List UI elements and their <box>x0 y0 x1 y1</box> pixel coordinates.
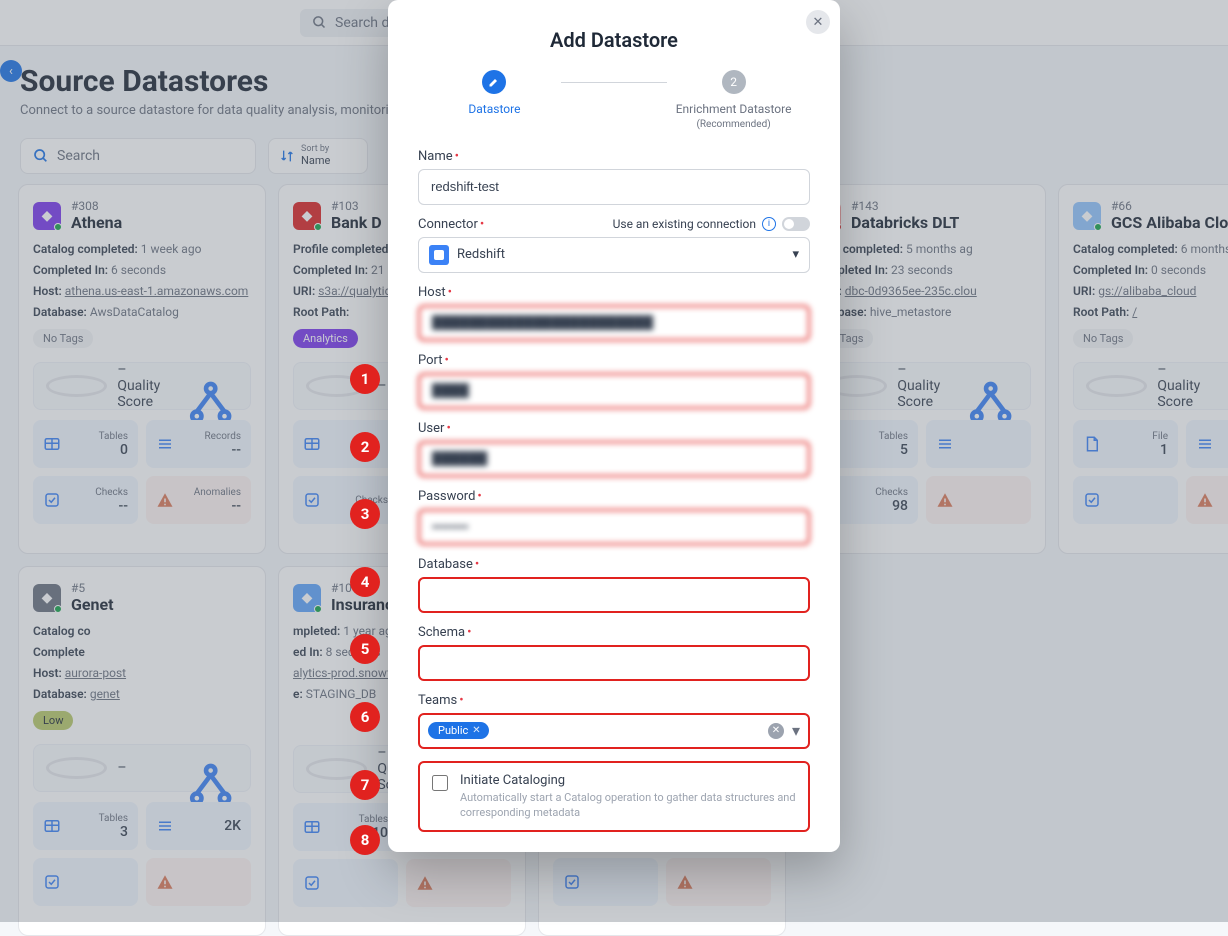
chevron-down-icon: ▾ <box>792 721 800 740</box>
step-datastore[interactable]: Datastore <box>428 70 561 118</box>
label-host: Host• <box>418 285 810 300</box>
search-icon <box>33 148 49 164</box>
pencil-icon <box>482 70 506 94</box>
badge-7: 7 <box>350 770 380 800</box>
step-enrichment[interactable]: 2 Enrichment Datastore(Recommended) <box>667 70 800 131</box>
sort-dropdown[interactable]: Sort by Name <box>268 138 368 174</box>
badge-6: 6 <box>350 702 380 732</box>
label-port: Port• <box>418 353 810 368</box>
modal-title: Add Datastore <box>388 0 840 70</box>
toggle-switch[interactable] <box>782 217 810 231</box>
initiate-cataloging-checkbox[interactable] <box>432 775 448 791</box>
badge-1: 1 <box>350 364 380 394</box>
database-input[interactable] <box>418 577 810 613</box>
datastore-card[interactable]: ◆ #308 Athena Catalog completed: 1 week … <box>18 184 266 554</box>
user-input[interactable] <box>418 441 810 477</box>
form: Name• Connector• Use an existing connect… <box>388 149 840 833</box>
name-input[interactable] <box>418 169 810 205</box>
badge-5: 5 <box>350 634 380 664</box>
port-input[interactable] <box>418 373 810 409</box>
use-existing-toggle[interactable]: Use an existing connection i <box>613 217 810 231</box>
badge-3: 3 <box>350 499 380 529</box>
badge-4: 4 <box>350 567 380 597</box>
search-icon <box>312 15 327 30</box>
initiate-cataloging-option[interactable]: Initiate Cataloging Automatically start … <box>418 761 810 833</box>
team-chip[interactable]: Public✕ <box>428 722 489 739</box>
connector-select[interactable]: Redshift ▾ <box>418 237 810 273</box>
close-button[interactable]: ✕ <box>806 10 830 34</box>
datastore-card[interactable]: ◆ #5 Genet Catalog co Complete Host: aur… <box>18 566 266 936</box>
label-database: Database• <box>418 557 810 572</box>
teams-select[interactable]: Public✕ ✕ ▾ <box>418 713 810 749</box>
step-line <box>561 82 667 83</box>
sort-icon <box>279 148 295 164</box>
label-connector: Connector• <box>418 217 484 232</box>
label-teams: Teams• <box>418 693 810 708</box>
stepper: Datastore 2 Enrichment Datastore(Recomme… <box>388 70 840 149</box>
clear-icon[interactable]: ✕ <box>768 723 784 739</box>
schema-input[interactable] <box>418 645 810 681</box>
remove-chip-icon: ✕ <box>472 725 480 736</box>
info-icon: i <box>762 217 776 231</box>
chevron-down-icon: ▾ <box>792 247 799 262</box>
host-input[interactable] <box>418 305 810 341</box>
label-user: User• <box>418 421 810 436</box>
label-password: Password• <box>418 489 810 504</box>
label-schema: Schema• <box>418 625 810 640</box>
back-button[interactable]: ‹ <box>0 60 22 82</box>
redshift-icon <box>429 245 449 265</box>
password-input[interactable] <box>418 509 810 545</box>
badge-2: 2 <box>350 432 380 462</box>
datastore-card[interactable]: ◆ #66 GCS Alibaba Cloud Catalog complete… <box>1058 184 1228 554</box>
search-input[interactable]: Search <box>20 138 256 174</box>
step-2-icon: 2 <box>722 70 746 94</box>
add-datastore-modal: ✕ Add Datastore Datastore 2 Enrichment D… <box>388 0 840 852</box>
label-name: Name• <box>418 149 810 164</box>
badge-8: 8 <box>350 825 380 855</box>
